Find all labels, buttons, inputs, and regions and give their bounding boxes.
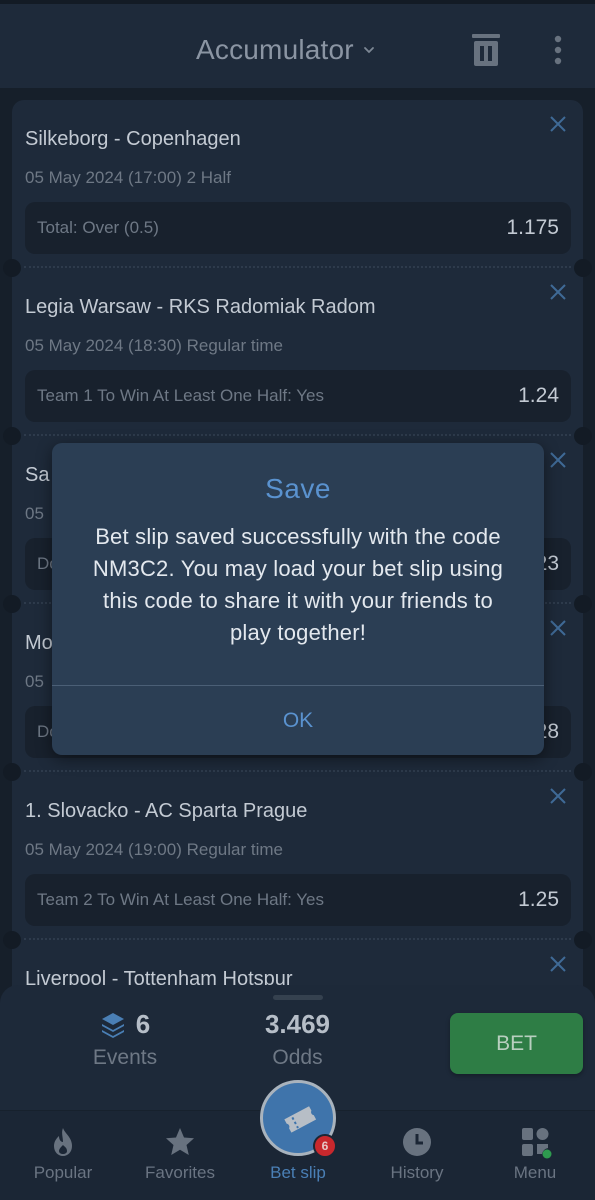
close-icon[interactable] bbox=[548, 618, 568, 638]
dialog-message: Bet slip saved successfully with the cod… bbox=[92, 524, 504, 645]
bet-card: 1. Slovacko - AC Sparta Prague 05 May 20… bbox=[3, 772, 592, 949]
nav-label: History bbox=[390, 1163, 444, 1182]
events-label: Events bbox=[92, 1046, 158, 1069]
close-icon[interactable] bbox=[548, 450, 568, 470]
total-odds: 3.469 Odds bbox=[235, 1009, 360, 1070]
bet-card: Silkeborg - Copenhagen 05 May 2024 (17:0… bbox=[3, 100, 592, 277]
odd-value: 1.24 bbox=[518, 384, 559, 407]
ticket-notch bbox=[3, 595, 21, 613]
events-number: 6 bbox=[135, 1009, 151, 1039]
nav-label: Menu bbox=[513, 1163, 557, 1182]
ticket-notch bbox=[574, 427, 592, 445]
selection-box: Team 2 To Win At Least One Half: Yes 1.2… bbox=[25, 874, 571, 926]
ticket-notch bbox=[3, 763, 21, 781]
ticket-notch bbox=[3, 259, 21, 277]
close-icon[interactable] bbox=[548, 786, 568, 806]
ticket-notch bbox=[574, 595, 592, 613]
page-title: Accumulator bbox=[196, 34, 354, 65]
nav-item-history[interactable]: History bbox=[362, 1111, 472, 1200]
grid-menu-icon bbox=[522, 1128, 552, 1159]
nav-item-menu[interactable]: Menu bbox=[480, 1111, 590, 1200]
odds-value: 3.469 bbox=[264, 1009, 331, 1039]
match-date: 05 May 2024 (17:00) 2 Half bbox=[25, 168, 232, 187]
save-dialog: Save Bet slip saved successfully with th… bbox=[52, 443, 544, 755]
dialog-title: Save bbox=[265, 473, 331, 504]
match-name: 1. Slovacko - AC Sparta Prague bbox=[25, 800, 308, 822]
star-icon bbox=[166, 1128, 194, 1155]
ticket-notch bbox=[3, 427, 21, 445]
market-name: Team 2 To Win At Least One Half: Yes bbox=[37, 890, 324, 909]
ticket-icon bbox=[284, 1106, 317, 1133]
selection-box: Total: Over (0.5) 1.175 bbox=[25, 202, 571, 254]
close-icon[interactable] bbox=[548, 114, 568, 134]
odds-label: Odds bbox=[272, 1046, 323, 1069]
match-date: 05 May 2024 (19:00) Regular time bbox=[25, 840, 283, 859]
bet-card: Legia Warsaw - RKS Radomiak Radom 05 May… bbox=[3, 268, 592, 445]
ok-button[interactable]: OK bbox=[52, 686, 544, 755]
nav-item-popular[interactable]: Popular bbox=[8, 1111, 118, 1200]
bet-button[interactable]: BET bbox=[450, 1013, 583, 1074]
match-name: Mo bbox=[25, 632, 53, 654]
nav-label: Bet slip bbox=[270, 1163, 326, 1182]
odd-value: 1.175 bbox=[506, 216, 559, 239]
clock-icon bbox=[403, 1128, 431, 1156]
market-name: Team 1 To Win At Least One Half: Yes bbox=[37, 386, 324, 405]
ticket-notch bbox=[574, 931, 592, 949]
top-app-bar: Accumulator bbox=[0, 0, 595, 88]
ticket-notch bbox=[574, 763, 592, 781]
match-name: Silkeborg - Copenhagen bbox=[25, 128, 241, 150]
ticket-notch bbox=[3, 931, 21, 949]
layers-icon bbox=[101, 1012, 124, 1038]
odd-value: 1.25 bbox=[518, 888, 559, 911]
nav-label: Favorites bbox=[145, 1163, 215, 1182]
bet-slip-screen: Accumulator Silkeborg - Copenhagen 05 Ma… bbox=[0, 0, 595, 1200]
close-icon[interactable] bbox=[548, 282, 568, 302]
nav-item-favorites[interactable]: Favorites bbox=[125, 1111, 235, 1200]
match-name: Legia Warsaw - RKS Radomiak Radom bbox=[25, 296, 376, 318]
drag-handle[interactable] bbox=[273, 995, 323, 1000]
close-icon[interactable] bbox=[548, 954, 568, 974]
more-vert-icon[interactable] bbox=[548, 34, 568, 66]
bet-count-badge: 6 bbox=[313, 1134, 337, 1158]
bet-type-selector[interactable]: Accumulator bbox=[196, 30, 376, 70]
ticket-notch bbox=[574, 259, 592, 277]
match-date: 05 May 2024 (18:30) Regular time bbox=[25, 336, 283, 355]
nav-label: Popular bbox=[33, 1163, 93, 1182]
trash-icon[interactable] bbox=[470, 32, 502, 68]
fire-icon bbox=[54, 1128, 72, 1156]
market-name: Total: Over (0.5) bbox=[37, 218, 159, 237]
match-name: Sa bbox=[25, 464, 50, 486]
match-date: 05 bbox=[25, 504, 44, 523]
selection-box: Team 1 To Win At Least One Half: Yes 1.2… bbox=[25, 370, 571, 422]
events-count: 6 Events bbox=[70, 1009, 180, 1070]
match-date: 05 bbox=[25, 672, 44, 691]
chevron-down-icon bbox=[363, 47, 374, 54]
